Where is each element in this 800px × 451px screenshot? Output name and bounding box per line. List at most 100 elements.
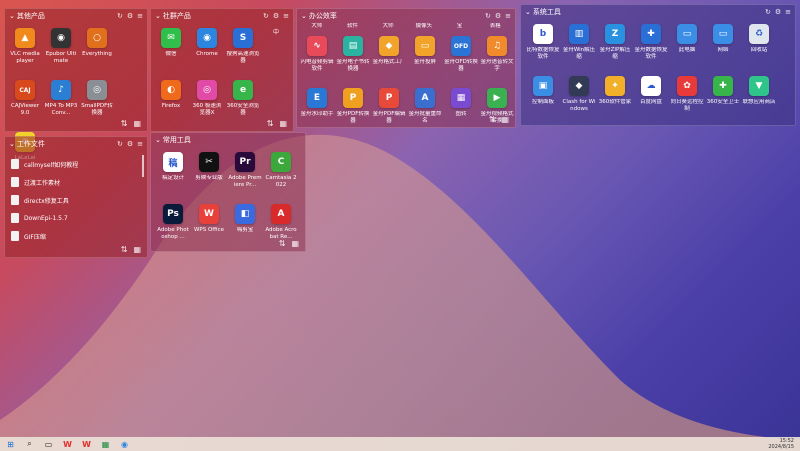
smallpdf-icon: ◎ — [87, 80, 107, 100]
file-item[interactable]: directx修复工具 — [11, 191, 141, 209]
sort-icon[interactable]: ⇅ — [267, 119, 274, 128]
app-shortcut[interactable]: E 金舟水印助手 — [299, 85, 335, 137]
app-label: Adobe Premiere Pr... — [228, 175, 262, 188]
app-shortcut[interactable]: P 金舟PDF编辑器 — [371, 85, 407, 137]
app-shortcut[interactable]: Ps Adobe Photoshop ... — [155, 201, 191, 253]
app-shortcut[interactable]: Z 金舟ZIP解压缩 — [597, 21, 633, 73]
search-icon[interactable]: ⌕ — [25, 439, 34, 449]
chevron-down-icon[interactable]: ⌄ — [301, 12, 307, 20]
menu-icon[interactable]: ≡ — [137, 12, 143, 20]
app-shortcut[interactable]: ○ Everything — [79, 25, 115, 77]
app-shortcut[interactable]: ∿ 闪电音频剪辑软件 — [299, 33, 335, 85]
grid-view-icon[interactable]: ▦ — [291, 239, 299, 248]
file-item[interactable]: callmyself如何教程 — [11, 155, 141, 173]
menu-icon[interactable]: ≡ — [283, 12, 289, 20]
sunlogin-icon: ✿ — [677, 76, 697, 96]
grid-view-icon[interactable]: ▦ — [501, 115, 509, 124]
chevron-down-icon[interactable]: ⌄ — [9, 12, 15, 20]
app-shortcut[interactable]: ◐ Firefox — [153, 77, 189, 129]
app-shortcut[interactable]: ♻ 回收站 — [741, 21, 777, 73]
excel-taskbar-icon[interactable]: ▦ — [101, 440, 110, 449]
app-shortcut[interactable]: S 搜狗高速浏览器 — [225, 25, 261, 77]
lock-icon[interactable]: ↻ — [117, 140, 123, 148]
chevron-down-icon[interactable]: ⌄ — [525, 8, 531, 16]
menu-icon[interactable]: ≡ — [137, 140, 143, 148]
app-grid: b 比特数据恢复软件 ▥ 金舟Win解压缩 Z 金舟ZIP解压缩 ✚ 金舟数据恢复软件 ▭ 此电脑… — [521, 19, 797, 127]
menu-icon[interactable]: ≡ — [785, 8, 791, 16]
app-shortcut[interactable]: ◉ Epubor Ultimate — [43, 25, 79, 77]
lock-icon[interactable]: ↻ — [117, 12, 123, 20]
lock-icon[interactable]: ↻ — [765, 8, 771, 16]
app-shortcut[interactable]: ◎ SmallPDF转换器 — [79, 77, 115, 129]
chevron-down-icon[interactable]: ⌄ — [155, 12, 161, 20]
scrollbar[interactable] — [142, 155, 144, 177]
app-shortcut[interactable]: ▣ 控制面板 — [525, 73, 561, 125]
sort-icon[interactable]: ⇅ — [279, 239, 286, 248]
app-shortcut[interactable]: CAJ CAJViewer 9.0 — [7, 77, 43, 129]
app-shortcut[interactable]: ✂ 剪映专业版 — [191, 149, 227, 201]
windows-start-icon[interactable]: ⊞ — [6, 440, 15, 449]
app-shortcut[interactable]: ▦ 图转 — [443, 85, 479, 137]
settings-icon[interactable]: ⚙ — [127, 12, 133, 20]
grid-view-icon[interactable]: ▦ — [133, 119, 141, 128]
system-clock[interactable]: 15:52 2024/8/15 — [768, 438, 794, 450]
file-icon — [11, 177, 19, 187]
app-shortcut[interactable]: ▶ 金舟视频格式转换 — [479, 85, 515, 137]
menu-icon[interactable]: ≡ — [505, 12, 511, 20]
app-shortcut[interactable]: ✉ 微信 — [153, 25, 189, 77]
app-shortcut[interactable]: ☁ 百度网盘 — [633, 73, 669, 125]
app-shortcut[interactable]: 稿稿定设计 — [155, 149, 191, 201]
app-shortcut[interactable]: ▭ 金舟投屏 — [407, 33, 443, 85]
app-shortcut[interactable]: C Camtasia 2022 — [263, 149, 299, 201]
app-shortcut[interactable]: P 金舟PDF转换器 — [335, 85, 371, 137]
task-view-icon[interactable]: ▭ — [44, 440, 53, 449]
settings-icon[interactable]: ⚙ — [127, 140, 133, 148]
settings-icon[interactable]: ⚙ — [495, 12, 501, 20]
app-shortcut[interactable]: ✿ 向日葵远程控制 — [669, 73, 705, 125]
app-shortcut[interactable]: ◧ 嗨剪宝 — [227, 201, 263, 253]
app-shortcut[interactable]: ▤ 金舟电子书转换器 — [335, 33, 371, 85]
column-label: 表格 — [489, 23, 501, 29]
app-label: 网络 — [717, 47, 729, 53]
settings-icon[interactable]: ⚙ — [273, 12, 279, 20]
app-shortcut[interactable]: e 360安全浏览器 — [225, 77, 261, 129]
chevron-down-icon[interactable]: ⌄ — [155, 136, 161, 144]
app-shortcut[interactable]: ◉ Chrome — [189, 25, 225, 77]
grid-view-icon[interactable]: ▦ — [279, 119, 287, 128]
app-shortcut[interactable]: ✚ 360安全卫士 — [705, 73, 741, 125]
wps-office-taskbar-icon[interactable]: W — [82, 440, 91, 449]
wps-taskbar-icon[interactable]: W — [63, 440, 72, 449]
app-shortcut[interactable]: b 比特数据恢复软件 — [525, 21, 561, 73]
app-shortcut[interactable]: ◆ Clash for Windows — [561, 73, 597, 125]
chevron-down-icon[interactable]: ⌄ — [9, 140, 15, 148]
app-shortcut[interactable]: ♫ 金舟语音转文字 — [479, 33, 515, 85]
app-shortcut[interactable]: OFD 金舟OFD转换器 — [443, 33, 479, 85]
app-shortcut[interactable]: A 金舟批量重命名 — [407, 85, 443, 137]
app-shortcut[interactable]: ✦ 360软件管家 — [597, 73, 633, 125]
file-item[interactable]: GIF压缩 — [11, 227, 141, 245]
acrobat-icon: A — [271, 204, 291, 224]
lock-icon[interactable]: ↻ — [263, 12, 269, 20]
app-shortcut[interactable]: ▲ VLC media player — [7, 25, 43, 77]
app-shortcut[interactable]: ◎ 360 极速浏览器X — [189, 77, 225, 129]
sort-icon[interactable]: ⇅ — [121, 245, 128, 254]
sort-icon[interactable]: ⇅ — [121, 119, 128, 128]
app-shortcut[interactable]: ▼ 联想应用商店 — [741, 73, 777, 125]
sort-icon[interactable]: ⇅ — [489, 115, 496, 124]
lock-icon[interactable]: ↻ — [485, 12, 491, 20]
grid-view-icon[interactable]: ▦ — [133, 245, 141, 254]
app-shortcut[interactable]: W WPS Office — [191, 201, 227, 253]
app-label: 360 极速浏览器X — [192, 103, 222, 116]
settings-icon[interactable]: ⚙ — [775, 8, 781, 16]
app-shortcut[interactable]: Pr Adobe Premiere Pr... — [227, 149, 263, 201]
file-item[interactable]: DownEpi-1.5.7 — [11, 209, 141, 227]
app-shortcut[interactable]: ✚ 金舟数据恢复软件 — [633, 21, 669, 73]
app-label: Epubor Ultimate — [45, 51, 77, 64]
app-shortcut[interactable]: ▥ 金舟Win解压缩 — [561, 21, 597, 73]
app-shortcut[interactable]: ◆ 金舟格式工厂 — [371, 33, 407, 85]
app-shortcut[interactable]: ▭ 网络 — [705, 21, 741, 73]
chrome-taskbar-icon[interactable]: ◉ — [120, 440, 129, 449]
file-item[interactable]: 过渡工作素材 — [11, 173, 141, 191]
app-shortcut[interactable]: ♪ MP4 To MP3 Conv... — [43, 77, 79, 129]
app-shortcut[interactable]: ▭ 此电脑 — [669, 21, 705, 73]
